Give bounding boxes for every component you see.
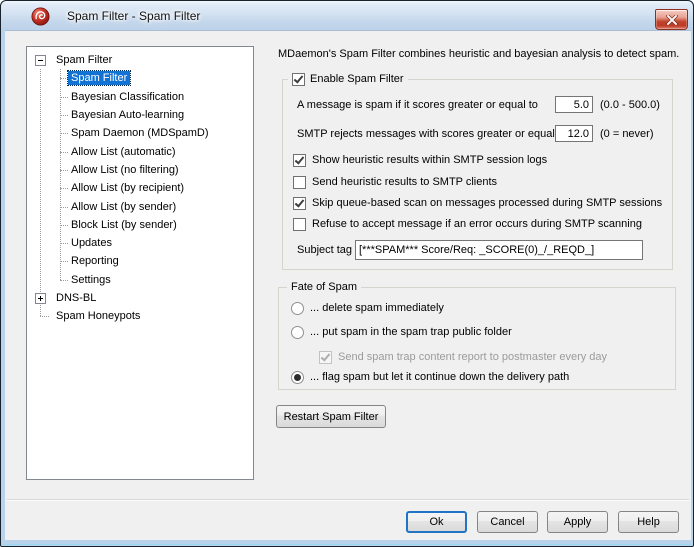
tree-item-label: Settings: [68, 273, 114, 287]
send-heuristic-results-label: Send heuristic results to SMTP clients: [312, 176, 497, 188]
score-threshold-range-hint: (0.0 - 500.0): [600, 99, 660, 111]
tree-item-block-list-by-sender[interactable]: Block List (by sender): [28, 216, 252, 234]
tree-item-allow-list-by-sender[interactable]: Allow List (by sender): [28, 197, 252, 215]
tree-connector: [60, 97, 68, 98]
delete-spam-radio[interactable]: [291, 302, 304, 315]
apply-button[interactable]: Apply: [547, 511, 608, 533]
footer-divider: [7, 499, 689, 501]
smtp-reject-hint: (0 = never): [600, 128, 654, 140]
tree-connector: [60, 280, 68, 281]
close-x-icon: [666, 15, 678, 25]
flag-spam-option[interactable]: ... flag spam but let it continue down t…: [291, 370, 569, 384]
send-heuristic-results-checkbox[interactable]: [293, 176, 306, 189]
tree-item-bayesian-classification[interactable]: Bayesian Classification: [28, 88, 252, 106]
delete-spam-label: ... delete spam immediately: [310, 302, 444, 314]
tree-item-label: Block List (by sender): [68, 218, 180, 232]
fate-of-spam-label: Fate of Spam: [287, 281, 361, 294]
navigation-tree: Spam Filter Spam Filter Bayesian Classif…: [26, 46, 254, 480]
titlebar[interactable]: Spam Filter - Spam Filter: [1, 1, 693, 30]
delete-spam-option[interactable]: ... delete spam immediately: [291, 301, 444, 315]
tree-connector: [60, 225, 68, 226]
tree-connector: [60, 170, 68, 171]
show-heuristic-results-row[interactable]: Show heuristic results within SMTP sessi…: [293, 153, 547, 167]
fate-of-spam-group: Fate of Spam ... delete spam immediately…: [278, 287, 676, 390]
tree-item-label: Updates: [68, 236, 115, 250]
dialog-window: Spam Filter - Spam Filter Spam Filter Sp…: [0, 0, 694, 547]
subject-tag-label: Subject tag: [297, 244, 352, 256]
tree-item-allow-list-automatic[interactable]: Allow List (automatic): [28, 142, 252, 160]
tree-connector: [60, 188, 68, 189]
show-heuristic-results-checkbox[interactable]: [293, 154, 306, 167]
tree-connector: [60, 207, 68, 208]
skip-queue-scan-checkbox[interactable]: [293, 197, 306, 210]
subject-tag-input[interactable]: [355, 240, 643, 260]
smtp-reject-input[interactable]: [555, 125, 593, 142]
help-button[interactable]: Help: [618, 511, 679, 533]
tree-item-reporting[interactable]: Reporting: [28, 252, 252, 270]
tree-item-dns-bl[interactable]: DNS-BL: [28, 289, 252, 307]
tree-item-label: Bayesian Classification: [68, 90, 187, 104]
spam-trap-radio[interactable]: [291, 326, 304, 339]
flag-spam-radio[interactable]: [291, 371, 304, 384]
ok-button[interactable]: Ok: [406, 511, 467, 533]
smtp-reject-label: SMTP rejects messages with scores greate…: [297, 128, 567, 140]
tree-item-label: Spam Daemon (MDSpamD): [68, 126, 212, 140]
tree-item-label: Bayesian Auto-learning: [68, 108, 187, 122]
tree-expand-plus-icon[interactable]: [35, 293, 46, 304]
tree-item-label: Allow List (by sender): [68, 200, 179, 214]
cancel-button[interactable]: Cancel: [477, 511, 538, 533]
skip-queue-scan-row[interactable]: Skip queue-based scan on messages proces…: [293, 196, 662, 210]
spam-trap-option[interactable]: ... put spam in the spam trap public fol…: [291, 325, 512, 339]
tree-connector: [60, 133, 68, 134]
tree-item-spam-honeypots[interactable]: Spam Honeypots: [28, 307, 252, 325]
dialog-body: Spam Filter Spam Filter Bayesian Classif…: [5, 30, 691, 540]
tree-item-label: Spam Filter: [53, 53, 115, 67]
enable-spam-filter-row[interactable]: Enable Spam Filter: [288, 73, 408, 86]
skip-queue-scan-label: Skip queue-based scan on messages proces…: [312, 197, 662, 209]
tree-item-label: DNS-BL: [53, 291, 99, 305]
tree-item-label: Spam Honeypots: [53, 309, 143, 323]
tree-item-label-selected: Spam Filter: [68, 71, 130, 85]
tree-item-settings[interactable]: Settings: [28, 271, 252, 289]
tree-item-spam-daemon[interactable]: Spam Daemon (MDSpamD): [28, 124, 252, 142]
tree-connector: [60, 152, 68, 153]
send-heuristic-results-row[interactable]: Send heuristic results to SMTP clients: [293, 175, 497, 189]
tree-item-spam-filter[interactable]: Spam Filter: [28, 69, 252, 87]
close-button[interactable]: [655, 9, 688, 30]
refuse-on-error-row[interactable]: Refuse to accept message if an error occ…: [293, 217, 642, 231]
spam-trap-label: ... put spam in the spam trap public fol…: [310, 326, 512, 338]
spam-trap-report-label: Send spam trap content report to postmas…: [338, 351, 607, 363]
tree-connector: [60, 261, 68, 262]
spam-trap-report-checkbox: [319, 351, 332, 364]
enable-spam-filter-checkbox[interactable]: [292, 73, 305, 86]
flag-spam-label: ... flag spam but let it continue down t…: [310, 371, 569, 383]
tree-item-spam-filter-root[interactable]: Spam Filter: [28, 51, 252, 69]
enable-spam-filter-label: Enable Spam Filter: [310, 73, 404, 86]
spam-trap-report-row: Send spam trap content report to postmas…: [319, 350, 607, 364]
tree-connector: [60, 115, 68, 116]
enable-spam-filter-group: Enable Spam Filter A message is spam if …: [282, 79, 673, 270]
tree-item-bayesian-auto-learning[interactable]: Bayesian Auto-learning: [28, 106, 252, 124]
score-threshold-label: A message is spam if it scores greater o…: [297, 99, 538, 111]
tree-item-updates[interactable]: Updates: [28, 234, 252, 252]
tree-connector: [60, 78, 68, 79]
tree-item-label: Allow List (automatic): [68, 145, 179, 159]
tree-item-label: Allow List (by recipient): [68, 181, 187, 195]
tree-item-label: Allow List (no filtering): [68, 163, 182, 177]
mdaemon-logo-icon: [31, 7, 50, 26]
tree-item-label: Reporting: [68, 254, 122, 268]
tree-item-allow-list-no-filtering[interactable]: Allow List (no filtering): [28, 161, 252, 179]
description-text: MDaemon's Spam Filter combines heuristic…: [278, 48, 679, 60]
show-heuristic-results-label: Show heuristic results within SMTP sessi…: [312, 154, 547, 166]
tree-connector: [60, 243, 68, 244]
tree-item-allow-list-by-recipient[interactable]: Allow List (by recipient): [28, 179, 252, 197]
refuse-on-error-checkbox[interactable]: [293, 218, 306, 231]
tree-connector: [40, 316, 49, 317]
refuse-on-error-label: Refuse to accept message if an error occ…: [312, 218, 642, 230]
restart-spam-filter-button[interactable]: Restart Spam Filter: [276, 405, 386, 428]
window-title: Spam Filter - Spam Filter: [67, 9, 200, 23]
score-threshold-input[interactable]: [555, 96, 593, 113]
tree-collapse-minus-icon[interactable]: [35, 55, 46, 66]
